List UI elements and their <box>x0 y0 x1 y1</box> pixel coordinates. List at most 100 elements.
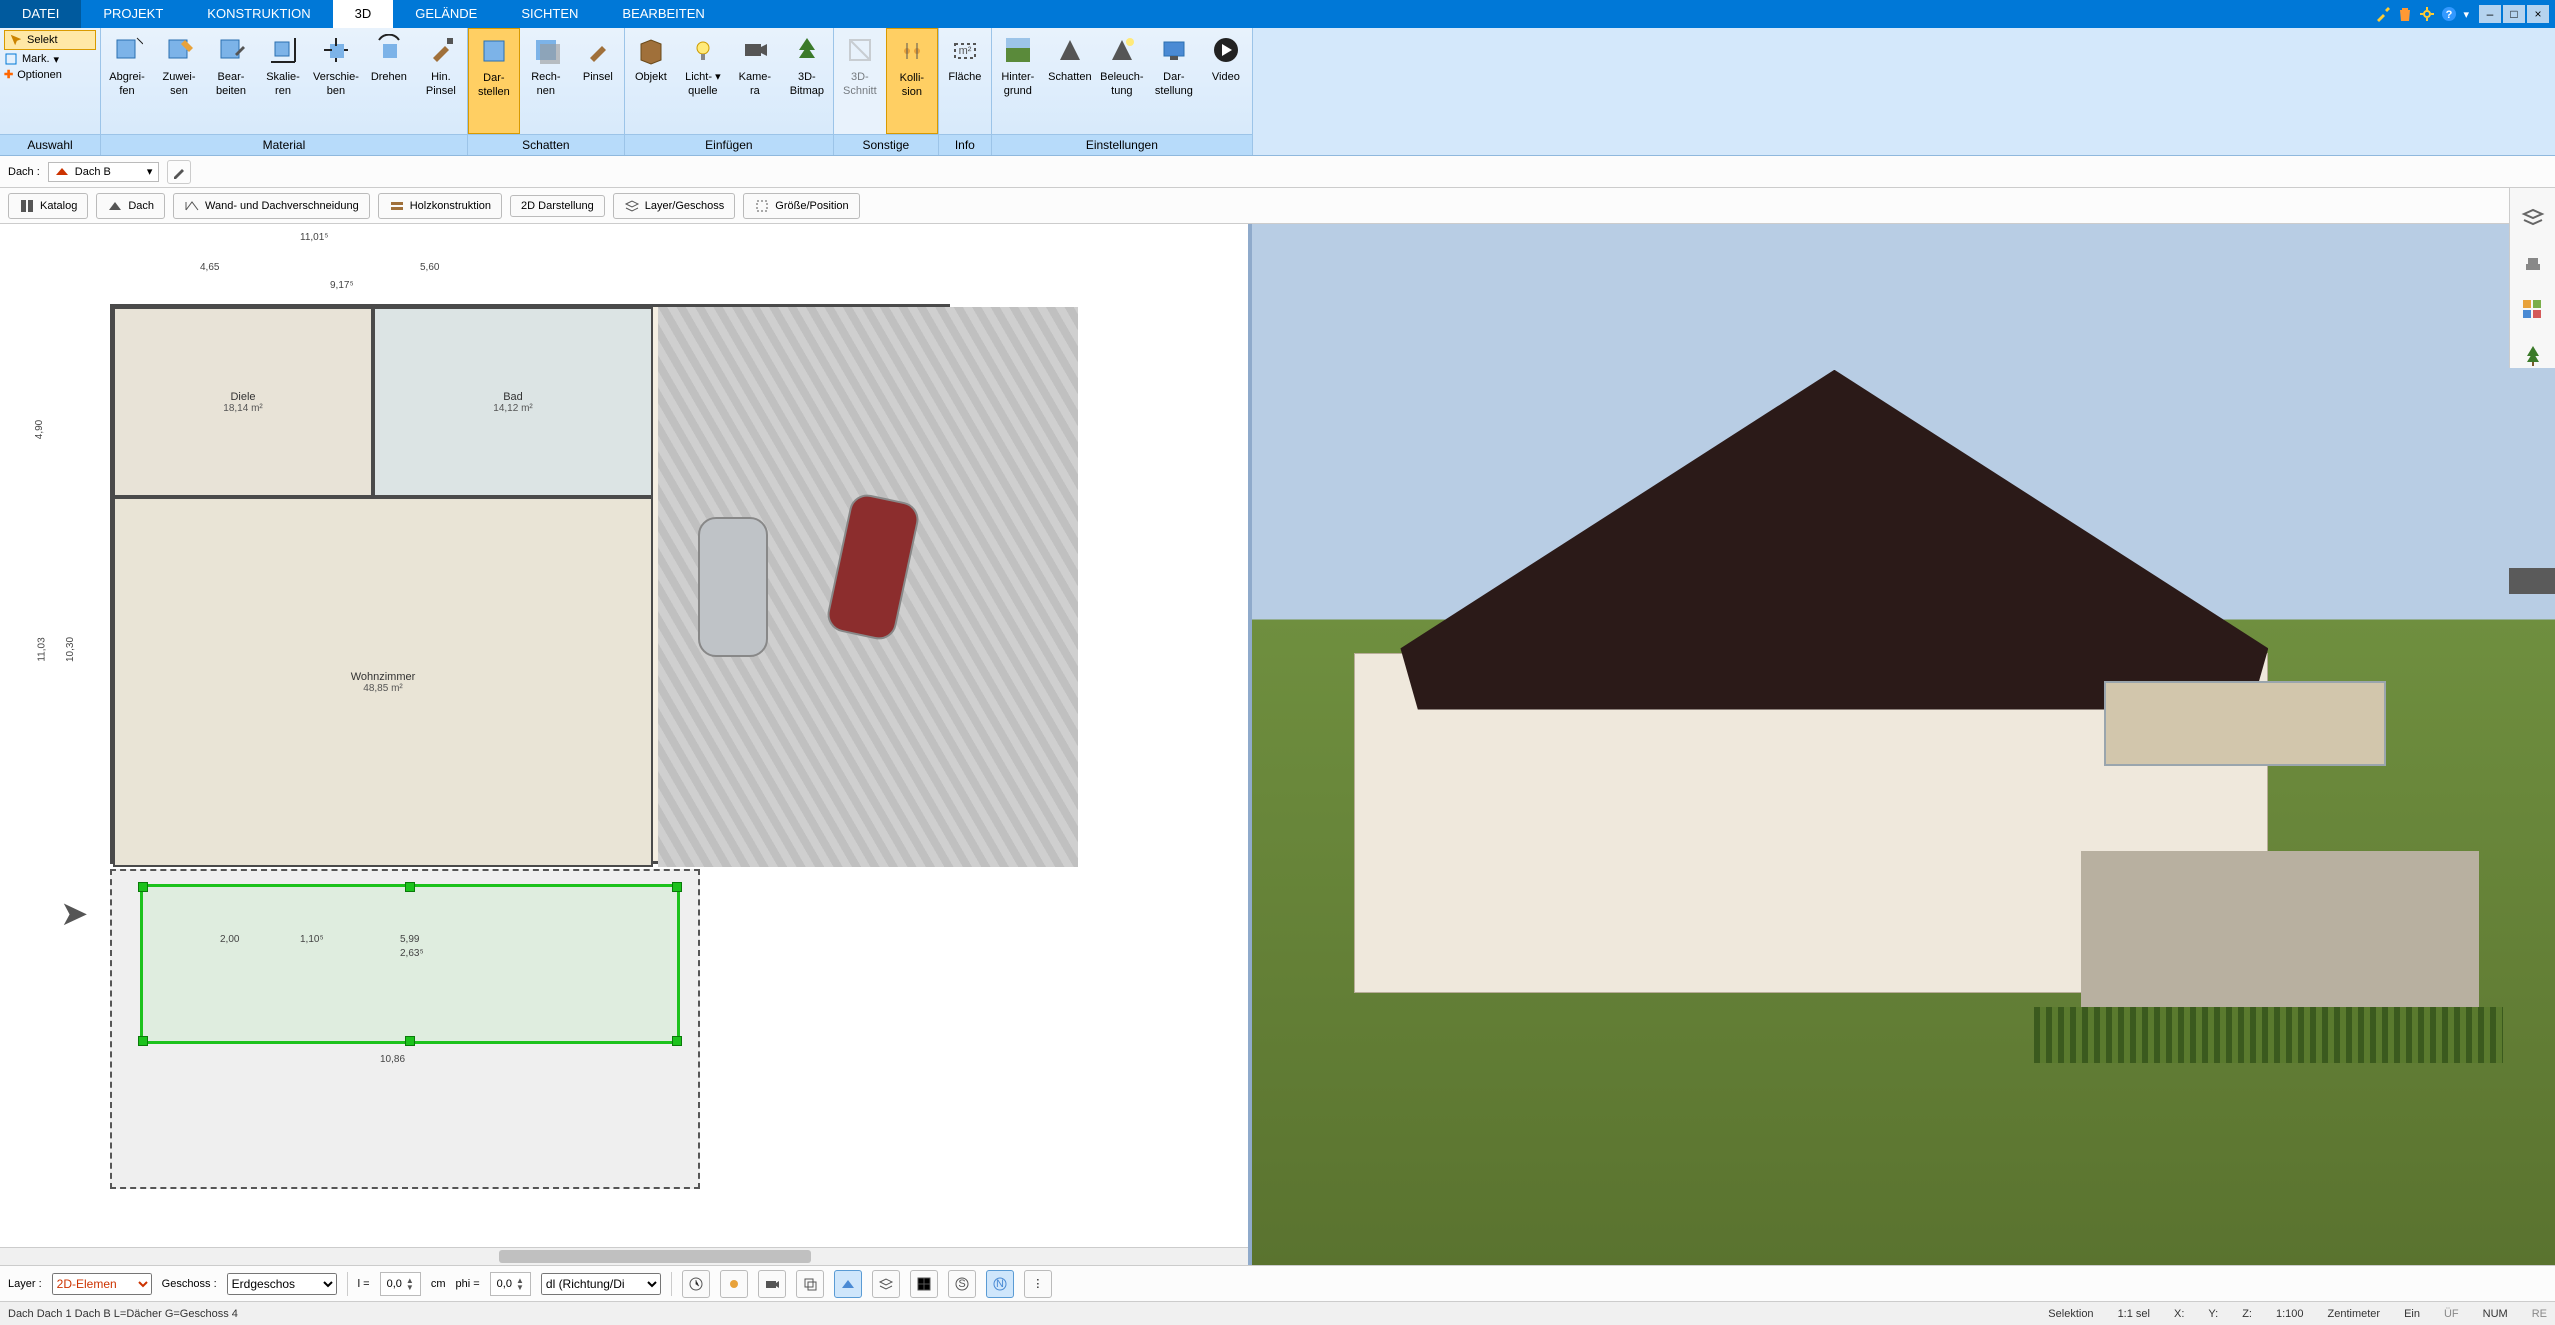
wand-dach-button[interactable]: Wand- und Dachverschneidung <box>173 193 370 219</box>
ribbon-einstellungen-1[interactable]: Schatten <box>1044 28 1096 134</box>
side-panel-handle[interactable] <box>2509 568 2555 594</box>
more-toggle-icon[interactable]: ⋮ <box>1024 1270 1052 1298</box>
ribbon-material-2[interactable]: Bear-beiten <box>205 28 257 134</box>
dim-label: 2,63⁵ <box>400 948 424 959</box>
ribbon-material-1[interactable]: Zuwei-sen <box>153 28 205 134</box>
copy-toggle-icon[interactable] <box>796 1270 824 1298</box>
3d-view-pane[interactable] <box>1252 224 2555 1265</box>
dim-label: 10,30 <box>65 637 76 662</box>
ribbon-einfuegen-0[interactable]: Objekt <box>625 28 677 134</box>
ribbon-group-einfuegen: ObjektLicht- ▾quelleKame-ra3D-Bitmap Ein… <box>625 28 834 155</box>
ribbon-schatten-2[interactable]: Pinsel <box>572 28 624 134</box>
settings-icon[interactable] <box>2419 6 2435 22</box>
layer-select[interactable]: 2D-Elemen <box>52 1273 152 1295</box>
color-palette-icon[interactable] <box>2521 298 2545 322</box>
ribbon-material-0[interactable]: Abgrei-fen <box>101 28 153 134</box>
tools-icon[interactable] <box>2375 6 2391 22</box>
plan-view-pane[interactable]: 11,01⁵ 4,65 5,60 9,17⁵ 4,90 11,03 10,30 … <box>0 224 1252 1265</box>
dim-label: 2,00 <box>220 934 239 945</box>
main-area: 11,01⁵ 4,65 5,60 9,17⁵ 4,90 11,03 10,30 … <box>0 224 2555 1265</box>
intersect-icon <box>184 198 200 214</box>
grid-toggle-icon[interactable] <box>910 1270 938 1298</box>
menu-tab-projekt[interactable]: PROJEKT <box>81 0 185 28</box>
clock-toggle-icon[interactable] <box>682 1270 710 1298</box>
ribbon-sonstige-0[interactable]: 3D-Schnitt <box>834 28 886 134</box>
furniture-icon[interactable] <box>2521 252 2545 276</box>
status-z: Z: <box>2242 1308 2252 1320</box>
window-buttons: – □ × <box>2479 0 2555 28</box>
roof-icon <box>107 198 123 214</box>
ribbon-einstellungen-4[interactable]: Video <box>1200 28 1252 134</box>
menu-tab-datei[interactable]: DATEI <box>0 0 81 28</box>
ribbon-material-6[interactable]: Hin.Pinsel <box>415 28 467 134</box>
dach-button[interactable]: Dach <box>96 193 165 219</box>
group-title-sonstige: Sonstige <box>834 134 938 155</box>
shade-toggle-icon[interactable] <box>834 1270 862 1298</box>
horizontal-scrollbar[interactable] <box>0 1247 1248 1265</box>
menu-tab-gelaende[interactable]: GELÄNDE <box>393 0 499 28</box>
l-input[interactable]: 0,0▲▼ <box>380 1272 421 1296</box>
holz-button[interactable]: Holzkonstruktion <box>378 193 502 219</box>
menu-bar: DATEI PROJEKT KONSTRUKTION 3D GELÄNDE SI… <box>0 0 2555 28</box>
resize-icon <box>754 198 770 214</box>
geschoss-select[interactable]: Erdgeschos <box>227 1273 337 1295</box>
ribbon-schatten-0[interactable]: Dar-stellen <box>468 28 520 134</box>
ribbon-einstellungen-0[interactable]: Hinter-grund <box>992 28 1044 134</box>
menu-tab-konstruktion[interactable]: KONSTRUKTION <box>185 0 332 28</box>
ribbon-group-einstellungen: Hinter-grundSchattenBeleuch-tungDar-stel… <box>992 28 1253 155</box>
snap-s-toggle-icon[interactable]: S <box>948 1270 976 1298</box>
car-silver <box>698 517 768 657</box>
dl-select[interactable]: dl (Richtung/Di <box>541 1273 661 1295</box>
wood-icon <box>389 198 405 214</box>
ribbon-material-5[interactable]: Drehen <box>363 28 415 134</box>
ribbon-info-0[interactable]: m²Fläche <box>939 28 991 134</box>
ribbon-einstellungen-3[interactable]: Dar-stellung <box>1148 28 1200 134</box>
room-wohnzimmer: Wohnzimmer48,85 m² <box>113 497 653 867</box>
ribbon-einfuegen-1[interactable]: Licht- ▾quelle <box>677 28 729 134</box>
groesse-position-button[interactable]: Größe/Position <box>743 193 859 219</box>
dropdown-icon[interactable]: ▾ <box>2463 8 2469 21</box>
help-icon[interactable]: ? <box>2441 6 2457 22</box>
snap-n-toggle-icon[interactable]: N <box>986 1270 1014 1298</box>
phi-input[interactable]: 0,0▲▼ <box>490 1272 531 1296</box>
tree-icon[interactable] <box>2521 344 2545 368</box>
menu-tab-bearbeiten[interactable]: BEARBEITEN <box>600 0 726 28</box>
optionen-button[interactable]: ✚ Optionen <box>4 68 96 81</box>
ribbon-material-4[interactable]: Verschie-ben <box>309 28 363 134</box>
layers-toggle-icon[interactable] <box>872 1270 900 1298</box>
katalog-button[interactable]: Katalog <box>8 193 88 219</box>
mark-button[interactable]: Mark.▾ <box>4 52 96 66</box>
selekt-button[interactable]: Selekt <box>4 30 96 50</box>
minimize-button[interactable]: – <box>2479 5 2501 23</box>
2d-darstellung-button[interactable]: 2D Darstellung <box>510 195 605 217</box>
edit-context-button[interactable] <box>167 160 191 184</box>
ribbon-einstellungen-2[interactable]: Beleuch-tung <box>1096 28 1148 134</box>
north-arrow-icon: ➤ <box>60 894 89 934</box>
trash-icon[interactable] <box>2397 6 2413 22</box>
room-diele: Diele18,14 m² <box>113 307 373 497</box>
ribbon-einfuegen-2[interactable]: Kame-ra <box>729 28 781 134</box>
status-x: X: <box>2174 1308 2184 1320</box>
layer-geschoss-button[interactable]: Layer/Geschoss <box>613 193 735 219</box>
driveway <box>658 307 1078 867</box>
group-title-schatten: Schatten <box>468 134 624 155</box>
maximize-button[interactable]: □ <box>2503 5 2525 23</box>
ribbon-einfuegen-3[interactable]: 3D-Bitmap <box>781 28 833 134</box>
ribbon-schatten-1[interactable]: Rech-nen <box>520 28 572 134</box>
close-button[interactable]: × <box>2527 5 2549 23</box>
group-title-einstellungen: Einstellungen <box>992 134 1252 155</box>
group-title-material: Material <box>101 134 467 155</box>
ribbon-group-sonstige: 3D-SchnittKolli-sion Sonstige <box>834 28 939 155</box>
menu-tab-sichten[interactable]: SICHTEN <box>499 0 600 28</box>
selection-rectangle[interactable] <box>140 884 680 1044</box>
ribbon-material-3[interactable]: Skalie-ren <box>257 28 309 134</box>
pencil-icon <box>172 165 186 179</box>
menu-tab-3d[interactable]: 3D <box>333 0 394 28</box>
camera-toggle-icon[interactable] <box>758 1270 786 1298</box>
sun-toggle-icon[interactable] <box>720 1270 748 1298</box>
dach-selector[interactable]: Dach B ▾ <box>48 162 160 182</box>
dim-label: 11,03 <box>37 637 48 661</box>
layers-icon[interactable] <box>2521 206 2545 230</box>
dim-label: 9,17⁵ <box>330 280 354 291</box>
ribbon-sonstige-1[interactable]: Kolli-sion <box>886 28 938 134</box>
